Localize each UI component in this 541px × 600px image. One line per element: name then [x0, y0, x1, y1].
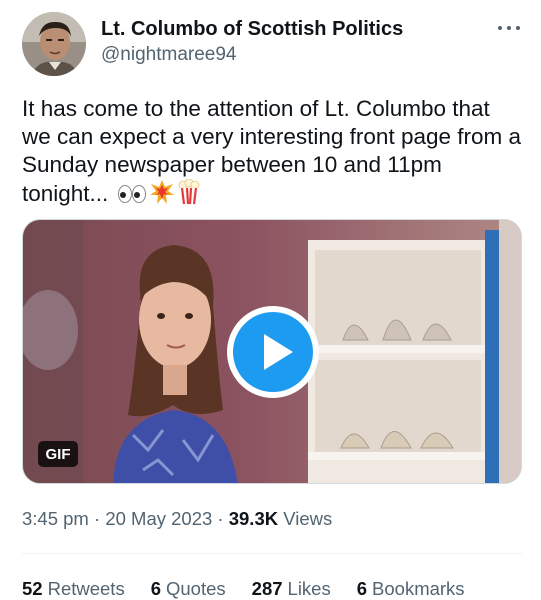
stat-bookmarks[interactable]: 6 Bookmarks — [357, 578, 465, 600]
tweet-card: Lt. Columbo of Scottish Politics @nightm… — [0, 0, 541, 600]
stat-count: 6 — [356, 578, 368, 599]
collision-emoji-icon — [149, 179, 175, 212]
gif-media[interactable]: GIF — [22, 219, 522, 484]
tweet-date-link[interactable]: 20 May 2023 — [105, 508, 212, 529]
stat-quotes[interactable]: 6 Quotes — [151, 578, 226, 600]
play-button[interactable] — [227, 306, 319, 398]
more-dots-icon[interactable] — [496, 18, 522, 38]
views-count: 39.3K — [228, 508, 279, 529]
stat-likes[interactable]: 287 Likes — [252, 578, 331, 600]
author-handle[interactable]: @nightmaree94 — [101, 43, 403, 67]
tweet-header: Lt. Columbo of Scottish Politics @nightm… — [22, 12, 522, 76]
man-portrait-avatar-icon — [22, 12, 86, 76]
tweet-time-link[interactable]: 3:45 pm — [22, 508, 89, 529]
dot — [507, 26, 511, 30]
stat-label: Quotes — [166, 578, 226, 599]
divider — [22, 553, 522, 554]
meta-separator: · — [217, 508, 224, 529]
dot — [498, 26, 502, 30]
author-names: Lt. Columbo of Scottish Politics @nightm… — [101, 17, 403, 67]
dot — [516, 26, 520, 30]
stat-label: Likes — [287, 578, 331, 599]
stat-count: 6 — [150, 578, 161, 599]
stat-count: 287 — [251, 578, 283, 599]
meta-separator: · — [94, 508, 101, 529]
eyes-emoji-icon — [117, 183, 147, 212]
stat-count: 52 — [22, 578, 43, 599]
tweet-stats: 52 Retweets 6 Quotes 287 Likes 6 Bookmarks — [22, 578, 491, 600]
tweet-meta: 3:45 pm · 20 May 2023 · 39.3K Views — [22, 508, 332, 530]
popcorn-emoji-icon — [177, 178, 201, 212]
tweet-text: It has come to the attention of Lt. Colu… — [22, 95, 522, 212]
author-avatar[interactable] — [22, 12, 86, 76]
stat-label: Bookmarks — [372, 578, 465, 599]
stat-retweets[interactable]: 52 Retweets — [22, 578, 125, 600]
play-icon — [233, 312, 313, 392]
stat-label: Retweets — [47, 578, 125, 599]
tweet-text-body: It has come to the attention of Lt. Colu… — [22, 96, 522, 206]
author-display-name[interactable]: Lt. Columbo of Scottish Politics — [101, 17, 403, 41]
gif-badge[interactable]: GIF — [38, 441, 78, 467]
views-label: Views — [283, 508, 333, 529]
